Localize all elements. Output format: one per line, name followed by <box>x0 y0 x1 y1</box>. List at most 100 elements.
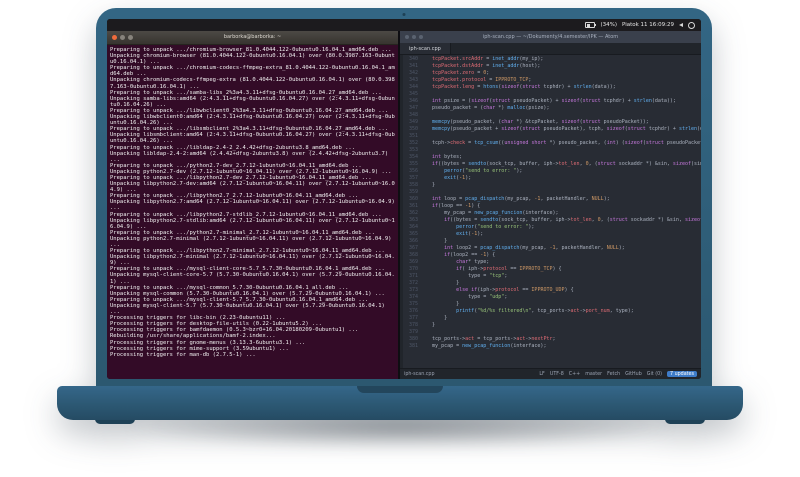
code-line: tcpPacket.leng = htons(sizeof(struct tcp… <box>432 84 616 90</box>
line-number: 347 <box>408 105 418 111</box>
atom-close-button[interactable] <box>405 35 409 39</box>
status-item[interactable]: master <box>585 372 602 377</box>
atom-editor[interactable]: 340 341 342 343 344 345 346 347 348 349 350 351 352 3… <box>400 55 701 368</box>
line-number: 343 <box>408 77 418 83</box>
code-line: my_pcap = new_pcap_funcion(interface); <box>420 210 559 216</box>
code-line: else if(iph->protocol == IPPROTO_UDP) { <box>456 287 574 293</box>
terminal-title: barborka@barborka: ~ <box>223 34 282 40</box>
line-number: 372 <box>408 280 418 286</box>
line-number: 355 <box>408 161 418 167</box>
line-number: 349 <box>408 119 418 125</box>
line-number: 341 <box>408 63 418 69</box>
terminal-line: Unpacking python2.7-minimal (2.7.12-1ubu… <box>110 235 395 248</box>
atom-minimize-button[interactable] <box>412 35 416 39</box>
line-number: 345 <box>408 91 418 97</box>
line-number: 373 <box>408 287 418 293</box>
terminal-titlebar[interactable]: barborka@barborka: ~ <box>107 31 398 45</box>
line-number: 380 <box>408 336 418 342</box>
terminal-output[interactable]: Preparing to unpack .../chromium-browser… <box>107 45 398 379</box>
atom-window-title: iph-scan.cpp — ~/Dokumenty/4.semester/IP… <box>482 34 619 40</box>
webcam-icon <box>402 13 406 16</box>
atom-tab-bar: iph-scan.cpp <box>400 43 701 55</box>
volume-icon[interactable] <box>679 23 683 27</box>
line-number: 351 <box>408 133 418 139</box>
status-item[interactable]: LF <box>539 372 544 377</box>
code-line: int bytes; <box>432 154 463 160</box>
line-number: 366 <box>408 238 418 244</box>
line-number: 365 <box>408 231 418 237</box>
line-number: 359 <box>408 189 418 195</box>
terminal-minimize-button[interactable] <box>120 35 125 40</box>
top-panel: (34%) Piatok 11 16:09:29 <box>107 19 701 31</box>
terminal-window: barborka@barborka: ~ Preparing to unpack… <box>107 31 398 379</box>
code-line: if(loop == -1) { <box>432 203 481 209</box>
terminal-maximize-button[interactable] <box>128 35 133 40</box>
battery-icon[interactable] <box>585 22 597 28</box>
terminal-line: Unpacking mysql-client-5.7 (5.7.30-0ubun… <box>110 302 389 316</box>
terminal-close-button[interactable] <box>112 35 117 40</box>
code-line: tcph->check = tcp_csum((unsigned short *… <box>420 140 701 146</box>
battery-percent: (34%) <box>600 22 617 28</box>
terminal-line: Unpacking libpython2.7-minimal (2.7.12-1… <box>110 254 395 267</box>
line-number: 348 <box>408 112 418 118</box>
tab-iph-scan[interactable]: iph-scan.cpp <box>400 43 451 54</box>
terminal-line: Unpacking chromium-browser (81.0.4044.12… <box>110 53 395 66</box>
code-line: tcp_ports->act = tcp_ports->act->nextPtr… <box>420 336 556 342</box>
line-number: 378 <box>408 322 418 328</box>
line-number: 377 <box>408 315 418 321</box>
status-item[interactable]: UTF-8 <box>550 372 564 377</box>
line-number: 362 <box>408 210 418 216</box>
clock[interactable]: Piatok 11 16:09:29 <box>622 22 674 28</box>
terminal-line: Unpacking mysql-client-core-5.7 (5.7.30-… <box>110 272 395 285</box>
terminal-line: Unpacking chromium-codecs-ffmpeg-extra (… <box>110 77 395 90</box>
terminal-line: Preparing to unpack .../libpython2.7-std… <box>110 211 382 218</box>
terminal-line: Preparing to unpack .../libldap-2.4-2_2.… <box>110 144 356 151</box>
terminal-line: Preparing to unpack .../chromium-codecs-… <box>110 65 395 78</box>
laptop-bezel: (34%) Piatok 11 16:09:29 barborka@barbor… <box>96 8 712 388</box>
line-number: 354 <box>408 154 418 160</box>
status-item[interactable]: C++ <box>569 372 580 377</box>
code-line: perror("send to error: "); <box>444 168 523 174</box>
code-line: type = "tcp"; <box>420 273 508 279</box>
screen: (34%) Piatok 11 16:09:29 barborka@barbor… <box>107 19 701 379</box>
update-badge[interactable]: 7 updates <box>667 371 697 377</box>
code-line: exit(-1); <box>456 231 484 237</box>
line-number: 346 <box>408 98 418 104</box>
code-line: tcpPacket.protocol = IPPROTO_TCP; <box>432 77 532 83</box>
line-number: 375 <box>408 301 418 307</box>
atom-titlebar[interactable]: iph-scan.cpp — ~/Dokumenty/4.semester/IP… <box>400 31 701 43</box>
code-line: pseudo_packet = (char *) malloc(psize); <box>420 105 550 111</box>
line-number: 381 <box>408 343 418 349</box>
terminal-line: Unpacking libpython2.7-stdlib:amd64 (2.7… <box>110 217 395 230</box>
code-line: type = "udp"; <box>420 294 508 300</box>
terminal-line: Unpacking libwbclient0:amd64 (2:4.3.11+d… <box>110 114 395 127</box>
status-item[interactable]: Fetch <box>607 372 620 377</box>
code-line: } <box>420 315 448 321</box>
line-number: 376 <box>408 308 418 314</box>
status-file[interactable]: iph-scan.cpp <box>404 372 435 377</box>
terminal-line: Preparing to unpack .../python2.7-dev_2.… <box>110 162 362 169</box>
terminal-line: Unpacking libldap-2.4-2:amd64 (2.4.42+df… <box>110 150 392 163</box>
code-line: int loop = pcap_dispatch(my_pcap, -1, pa… <box>432 196 610 202</box>
atom-maximize-button[interactable] <box>419 35 423 39</box>
terminal-line: Unpacking libsmbclient:amd64 (2:4.3.11+d… <box>110 132 395 145</box>
status-item[interactable]: Git (0) <box>647 372 662 377</box>
laptop-base <box>57 386 743 420</box>
code-line: tcpPacket.zero = 0; <box>432 70 490 76</box>
code-line: tcpPacket.srcAddr = inet_addr(my_ip); <box>432 56 544 62</box>
code-line: int psize = (sizeof(struct pseudoPacket)… <box>432 98 676 104</box>
code-line: if((bytes = sendto(sock_tcp, buffer, iph… <box>432 161 701 167</box>
code-line: } <box>420 322 436 328</box>
line-number: 356 <box>408 168 418 174</box>
power-icon[interactable] <box>688 21 695 29</box>
line-number: 371 <box>408 273 418 279</box>
line-number: 368 <box>408 252 418 258</box>
line-number: 361 <box>408 203 418 209</box>
status-item[interactable]: GitHub <box>625 372 642 377</box>
line-number: 352 <box>408 140 418 146</box>
editor-code[interactable]: tcpPacket.srcAddr = inet_addr(my_ip); tc… <box>420 55 701 368</box>
editor-gutter: 340 341 342 343 344 345 346 347 348 349 350 351 352 3… <box>403 55 420 368</box>
